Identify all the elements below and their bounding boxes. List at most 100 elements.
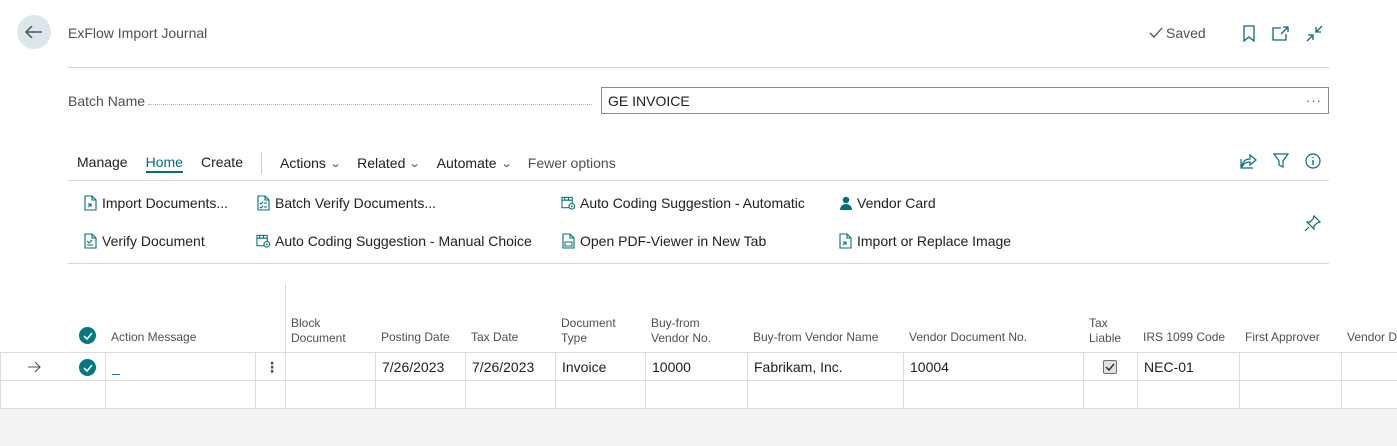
batch-verify-documents-button[interactable]: Batch Verify Documents... xyxy=(256,195,436,211)
import-replace-image-label: Import or Replace Image xyxy=(857,233,1012,249)
col-header-block-document[interactable]: Block Document xyxy=(291,316,346,346)
actions-divider-bottom xyxy=(68,263,1329,264)
col-header-buy-from-vendor-name[interactable]: Buy-from Vendor Name xyxy=(753,330,878,345)
menu-related-label: Related xyxy=(357,155,406,171)
cell-tax-liable-checkbox[interactable] xyxy=(1103,360,1117,374)
arrow-left-icon xyxy=(25,25,42,39)
row-status-check[interactable] xyxy=(79,359,96,376)
fewer-options-button[interactable]: Fewer options xyxy=(528,155,616,171)
vendor-card-button[interactable]: Vendor Card xyxy=(838,195,936,211)
cell-document-type[interactable]: Invoice xyxy=(562,359,606,375)
batch-name-field[interactable]: GE INVOICE ··· xyxy=(601,87,1329,114)
grid-freeze-divider xyxy=(285,283,286,409)
col-header-action-message[interactable]: Action Message xyxy=(111,330,196,345)
share-icon[interactable] xyxy=(1239,152,1257,170)
col-header-line: Document xyxy=(561,316,616,330)
menu-actions[interactable]: Actions ⌄ xyxy=(280,155,342,171)
grid-cell-border xyxy=(1341,352,1342,408)
grid-cell-border xyxy=(105,352,106,408)
col-header-line: Document xyxy=(291,331,346,345)
auto-coding-automatic-label: Auto Coding Suggestion - Automatic xyxy=(580,195,805,211)
page-title: ExFlow Import Journal xyxy=(68,25,208,41)
grid-cell-border xyxy=(465,352,466,408)
grid-cell-border xyxy=(645,352,646,408)
pin-icon[interactable] xyxy=(1304,214,1322,232)
col-header-line: Buy-from xyxy=(651,316,700,330)
auto-coding-automatic-button[interactable]: Auto Coding Suggestion - Automatic xyxy=(561,195,805,211)
cell-irs-1099-code[interactable]: NEC-01 xyxy=(1144,359,1194,375)
col-header-tax-date[interactable]: Tax Date xyxy=(471,330,518,345)
col-header-first-approver[interactable]: First Approver xyxy=(1245,330,1320,345)
col-header-line: Type xyxy=(561,331,588,345)
cell-tax-date[interactable]: 7/26/2023 xyxy=(472,359,534,375)
header-divider xyxy=(68,67,1329,68)
vendor-card-label: Vendor Card xyxy=(857,195,936,211)
cell-buy-from-vendor-name[interactable]: Fabrikam, Inc. xyxy=(754,359,843,375)
checkmark-circle-icon xyxy=(79,327,96,344)
action-bar-divider xyxy=(68,180,1329,181)
chevron-down-icon: ⌄ xyxy=(329,157,342,170)
auto-coding-manual-label: Auto Coding Suggestion - Manual Choice xyxy=(275,233,532,249)
col-header-line: Vendor No. xyxy=(651,331,712,345)
open-pdf-viewer-button[interactable]: Open PDF-Viewer in New Tab xyxy=(561,233,766,249)
page: ExFlow Import Journal Saved Batch Name G… xyxy=(0,0,1397,446)
menu-automate-label: Automate xyxy=(436,155,497,171)
checkmark-circle-icon xyxy=(79,359,96,376)
col-header-vendor-document-no[interactable]: Vendor Document No. xyxy=(909,330,1027,345)
menu-related[interactable]: Related ⌄ xyxy=(357,155,421,171)
chevron-down-icon: ⌄ xyxy=(500,157,513,170)
grid-cell-border xyxy=(1239,352,1240,408)
film-gear-icon xyxy=(561,195,576,211)
saved-status: Saved xyxy=(1149,25,1206,41)
film-gear-icon xyxy=(256,233,271,249)
open-pdf-viewer-label: Open PDF-Viewer in New Tab xyxy=(580,233,767,249)
col-header-posting-date[interactable]: Posting Date xyxy=(381,330,450,345)
col-header-document-type[interactable]: Document Type xyxy=(561,316,616,346)
batch-name-label: Batch Name xyxy=(68,93,146,109)
filter-icon[interactable] xyxy=(1272,152,1290,170)
col-header-buy-from-vendor-no[interactable]: Buy-from Vendor No. xyxy=(651,316,711,346)
tab-create[interactable]: Create xyxy=(201,154,243,173)
collapse-icon[interactable] xyxy=(1305,24,1323,42)
grid-empty-area xyxy=(0,409,1397,446)
auto-coding-manual-button[interactable]: Auto Coding Suggestion - Manual Choice xyxy=(256,233,532,249)
person-icon xyxy=(838,195,853,211)
tab-manage[interactable]: Manage xyxy=(77,154,128,173)
row-more-options-icon[interactable]: ⋮ xyxy=(265,359,279,376)
col-header-vendor-d[interactable]: Vendor D xyxy=(1347,330,1397,345)
tab-home[interactable]: Home xyxy=(145,154,183,173)
document-import-icon xyxy=(838,233,853,249)
cell-buy-from-vendor-no[interactable]: 10000 xyxy=(652,359,691,375)
cell-action-message[interactable]: _ xyxy=(112,359,120,375)
grid-cell-border xyxy=(747,352,748,408)
import-documents-button[interactable]: Import Documents... xyxy=(83,195,228,211)
col-header-irs-1099-code[interactable]: IRS 1099 Code xyxy=(1143,330,1225,345)
menu-automate[interactable]: Automate ⌄ xyxy=(436,155,513,171)
col-header-line: Liable xyxy=(1089,331,1122,345)
cell-posting-date[interactable]: 7/26/2023 xyxy=(382,359,444,375)
info-icon[interactable] xyxy=(1304,152,1322,170)
batch-lookup-button[interactable]: ··· xyxy=(1306,93,1322,108)
grid-cell-border xyxy=(903,352,904,408)
checkbox-checked-icon xyxy=(1103,360,1117,374)
col-header-tax-liable[interactable]: Tax Liable xyxy=(1089,316,1121,346)
grid-cell-border xyxy=(1083,352,1084,408)
document-list-check-icon xyxy=(256,195,271,211)
col-header-line: Block xyxy=(291,316,321,330)
grid-header-line xyxy=(0,352,1397,353)
import-documents-label: Import Documents... xyxy=(102,195,229,211)
import-replace-image-button[interactable]: Import or Replace Image xyxy=(838,233,1011,249)
cell-vendor-document-no[interactable]: 10004 xyxy=(910,359,949,375)
row-selector-arrow-icon[interactable] xyxy=(27,360,41,378)
back-button[interactable] xyxy=(17,15,51,49)
grid-cell-border xyxy=(555,352,556,408)
document-import-icon xyxy=(83,195,98,211)
checkmark-icon xyxy=(1149,27,1163,38)
bookmark-icon[interactable] xyxy=(1240,24,1258,42)
chevron-down-icon: ⌄ xyxy=(409,157,421,170)
grid-cell-border xyxy=(0,352,1,408)
select-all-check[interactable] xyxy=(79,327,96,344)
open-new-window-icon[interactable] xyxy=(1271,24,1289,42)
col-header-line: Tax xyxy=(1089,316,1108,330)
verify-document-button[interactable]: Verify Document xyxy=(83,233,205,249)
